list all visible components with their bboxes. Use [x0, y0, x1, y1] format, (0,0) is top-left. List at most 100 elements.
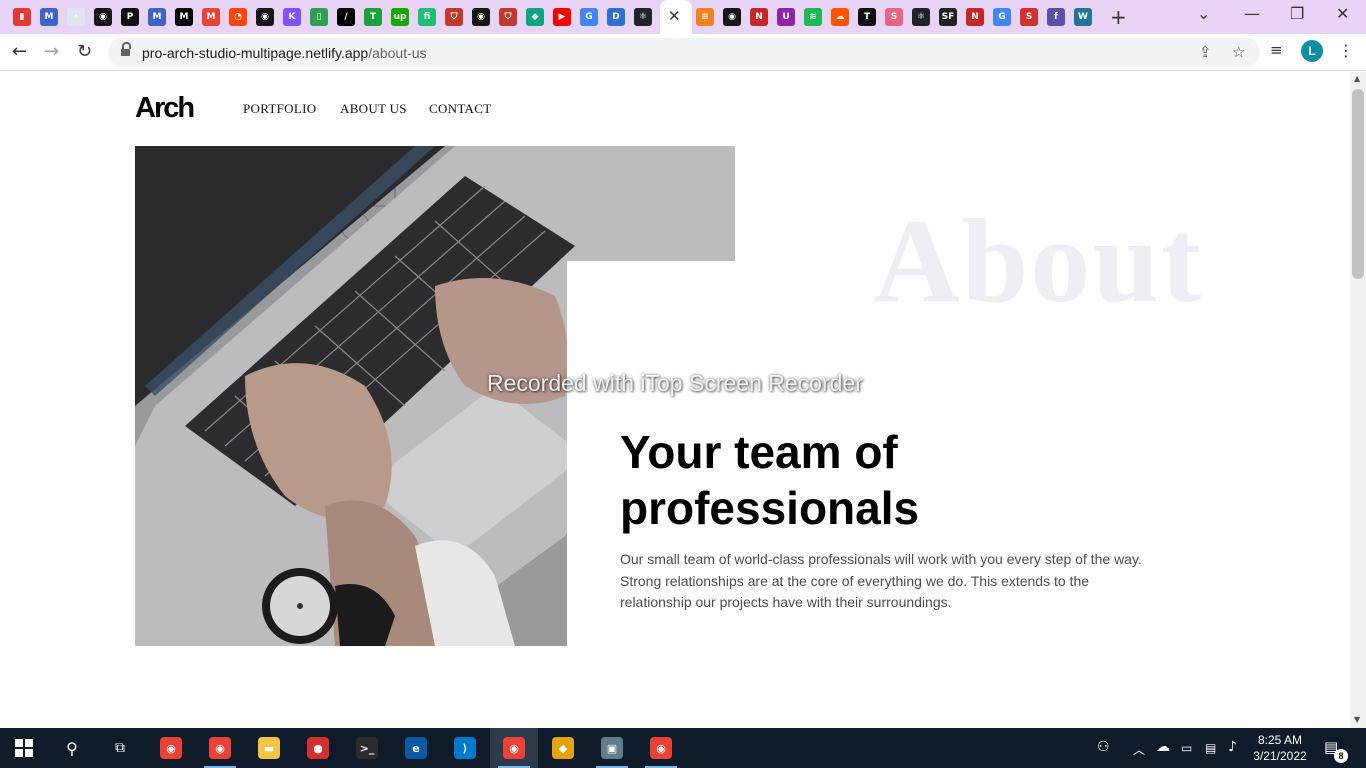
profile-avatar[interactable]: L [1301, 40, 1323, 62]
sf-logo-icon[interactable]: SF [939, 8, 957, 26]
mh-logo-icon[interactable]: M [148, 8, 166, 26]
taskbar-app[interactable]: ▬ [245, 728, 293, 768]
n-logo-icon[interactable]: N [750, 8, 768, 26]
chrome-profile-r2-icon: ◉ [650, 737, 672, 759]
taskbar-app[interactable]: ◉ [637, 728, 685, 768]
share-icon[interactable]: ⇪ [1199, 43, 1212, 61]
windows-logo-icon [15, 739, 33, 757]
stackoverflow-icon[interactable]: ≡ [696, 8, 714, 26]
system-clock[interactable]: 8:25 AM 3/21/2022 [1250, 732, 1310, 764]
phone-icon[interactable]: ▯ [310, 8, 328, 26]
kotlin-icon[interactable]: K [283, 8, 301, 26]
nav-link-portfolio[interactable]: PORTFOLIO [243, 101, 316, 117]
diamond-icon[interactable]: ◆ [526, 8, 544, 26]
start-button[interactable] [0, 728, 48, 768]
dnd-icon[interactable]: D [607, 8, 625, 26]
slash-icon[interactable]: / [337, 8, 355, 26]
s-logo-icon[interactable]: S [1020, 8, 1038, 26]
tab-close-icon[interactable]: ✕ [668, 7, 681, 25]
soundcloud-icon[interactable]: ☁ [831, 8, 849, 26]
window-close-icon[interactable]: ✕ [1336, 4, 1349, 23]
search-button[interactable]: ⚲ [48, 728, 96, 768]
taskbar-app[interactable]: >_ [343, 728, 391, 768]
people-icon[interactable]: ⚇ [1097, 739, 1110, 755]
notification-count-badge: 8 [1334, 749, 1348, 763]
screen-recorder-icon: ● [307, 737, 329, 759]
medium-icon[interactable]: M [175, 8, 193, 26]
page-scrollbar[interactable]: ▲ ▼ [1350, 72, 1366, 728]
bookmark-icon[interactable]: ▮ [13, 8, 31, 26]
site-logo[interactable]: Arch [135, 92, 195, 125]
reddit-icon[interactable]: ◔ [229, 8, 247, 26]
about-background-heading: About [873, 194, 1204, 327]
scroll-down-icon[interactable]: ▼ [1354, 715, 1360, 724]
scrollbar-thumb[interactable] [1352, 89, 1364, 279]
github-icon[interactable]: ◉ [472, 8, 490, 26]
browser-menu-icon[interactable]: ⋮ [1338, 41, 1354, 60]
taskbar-app[interactable]: ◉ [147, 728, 195, 768]
react-icon[interactable]: ⚛ [912, 8, 930, 26]
tray-device-icon[interactable]: ▭ [1181, 741, 1192, 755]
mh-logo-icon[interactable]: M [40, 8, 58, 26]
scroll-up-icon[interactable]: ▲ [1354, 74, 1360, 83]
p-logo-icon[interactable]: P [121, 8, 139, 26]
shield-icon[interactable]: ⛉ [499, 8, 517, 26]
taskbar-app[interactable]: ● [294, 728, 342, 768]
wordpress-icon[interactable]: W [1074, 8, 1092, 26]
taskbar-app[interactable]: ◉ [490, 728, 538, 768]
fiverr-icon[interactable]: fi [418, 8, 436, 26]
shield-icon[interactable]: ⛉ [445, 8, 463, 26]
upwork-icon[interactable]: up [391, 8, 409, 26]
edge-icon: e [405, 737, 427, 759]
taskbar-app[interactable]: ⟩ [441, 728, 489, 768]
react-icon[interactable]: ⚛ [634, 8, 652, 26]
new-tab-icon[interactable]: + [1110, 5, 1127, 29]
taskbar-app[interactable]: ▣ [588, 728, 636, 768]
minimize-icon[interactable]: — [1244, 4, 1260, 23]
browser-tab-strip: ▮ M · ◉ P M M M ◔ ◉ K ▯ / Tup fi ⛉ ◉ ⛉ ◆ ▶ G D ⚛ ✕ ≡ ◉ N U ≋ ☁ T S ⚛ SF… [0, 0, 1366, 34]
github-icon[interactable]: ◉ [723, 8, 741, 26]
url-host: pro-arch-studio-multipage.netlify.app [142, 45, 369, 61]
tab-search-chevron-icon[interactable]: ⌄ [1197, 4, 1210, 23]
page-headline: Your team of professionals [620, 424, 1040, 536]
gmail-icon[interactable]: M [202, 8, 220, 26]
trello-icon[interactable]: T [364, 8, 382, 26]
nav-link-contact[interactable]: CONTACT [429, 101, 491, 117]
taskbar-app[interactable]: ◉ [196, 728, 244, 768]
github-icon[interactable]: ◉ [94, 8, 112, 26]
taskbar-app[interactable]: e [392, 728, 440, 768]
maximize-icon[interactable]: ❐ [1290, 4, 1304, 23]
tray-expand-icon[interactable]: ︿ [1133, 741, 1145, 758]
nav-link-about-us[interactable]: ABOUT US [340, 101, 407, 117]
task-view-icon: ⧉ [115, 740, 125, 756]
page-viewport: Arch PORTFOLIO ABOUT US CONTACT About Yo… [0, 72, 1350, 728]
t-logo-icon[interactable]: T [858, 8, 876, 26]
spotify-icon[interactable]: ≋ [804, 8, 822, 26]
forward-icon[interactable]: → [44, 41, 59, 62]
about-body-text: Our small team of world-class profession… [620, 551, 1142, 610]
u-logo-icon[interactable]: U [777, 8, 795, 26]
n-logo-icon[interactable]: N [966, 8, 984, 26]
youtube-icon[interactable]: ▶ [553, 8, 571, 26]
s-logo-icon[interactable]: S [885, 8, 903, 26]
onedrive-icon[interactable]: ☁ [1156, 739, 1170, 755]
media-control-icon[interactable]: ≡ [1270, 41, 1283, 59]
taskbar-app[interactable]: ◆ [539, 728, 587, 768]
windows-taskbar: ⚲ ⧉ ◉ ◉ ▬ ● >_ e ⟩ ◉ ◆ ▣ ◉ ⚇ ︿ ☁ ▭ ▤ ♪ 8:25 AM 3/2… [0, 728, 1366, 768]
back-icon[interactable]: ← [12, 41, 27, 62]
blank-page-icon[interactable]: · [67, 8, 85, 26]
github-icon[interactable]: ◉ [256, 8, 274, 26]
network-icon[interactable]: ▤ [1205, 741, 1216, 755]
figma-icon[interactable]: f [1047, 8, 1065, 26]
google-icon[interactable]: G [580, 8, 598, 26]
volume-icon[interactable]: ♪ [1228, 739, 1237, 755]
lock-icon[interactable] [121, 42, 131, 57]
reload-icon[interactable]: ↻ [77, 41, 92, 62]
git-tool-icon: ◆ [552, 737, 574, 759]
address-bar[interactable]: pro-arch-studio-multipage.netlify.app/ab… [108, 38, 1260, 67]
url-text[interactable]: pro-arch-studio-multipage.netlify.app/ab… [142, 45, 427, 61]
task-view-button[interactable]: ⧉ [96, 728, 144, 768]
headline-line-2: professionals [620, 482, 920, 534]
bookmark-star-icon[interactable]: ☆ [1232, 43, 1245, 61]
google-icon[interactable]: G [993, 8, 1011, 26]
